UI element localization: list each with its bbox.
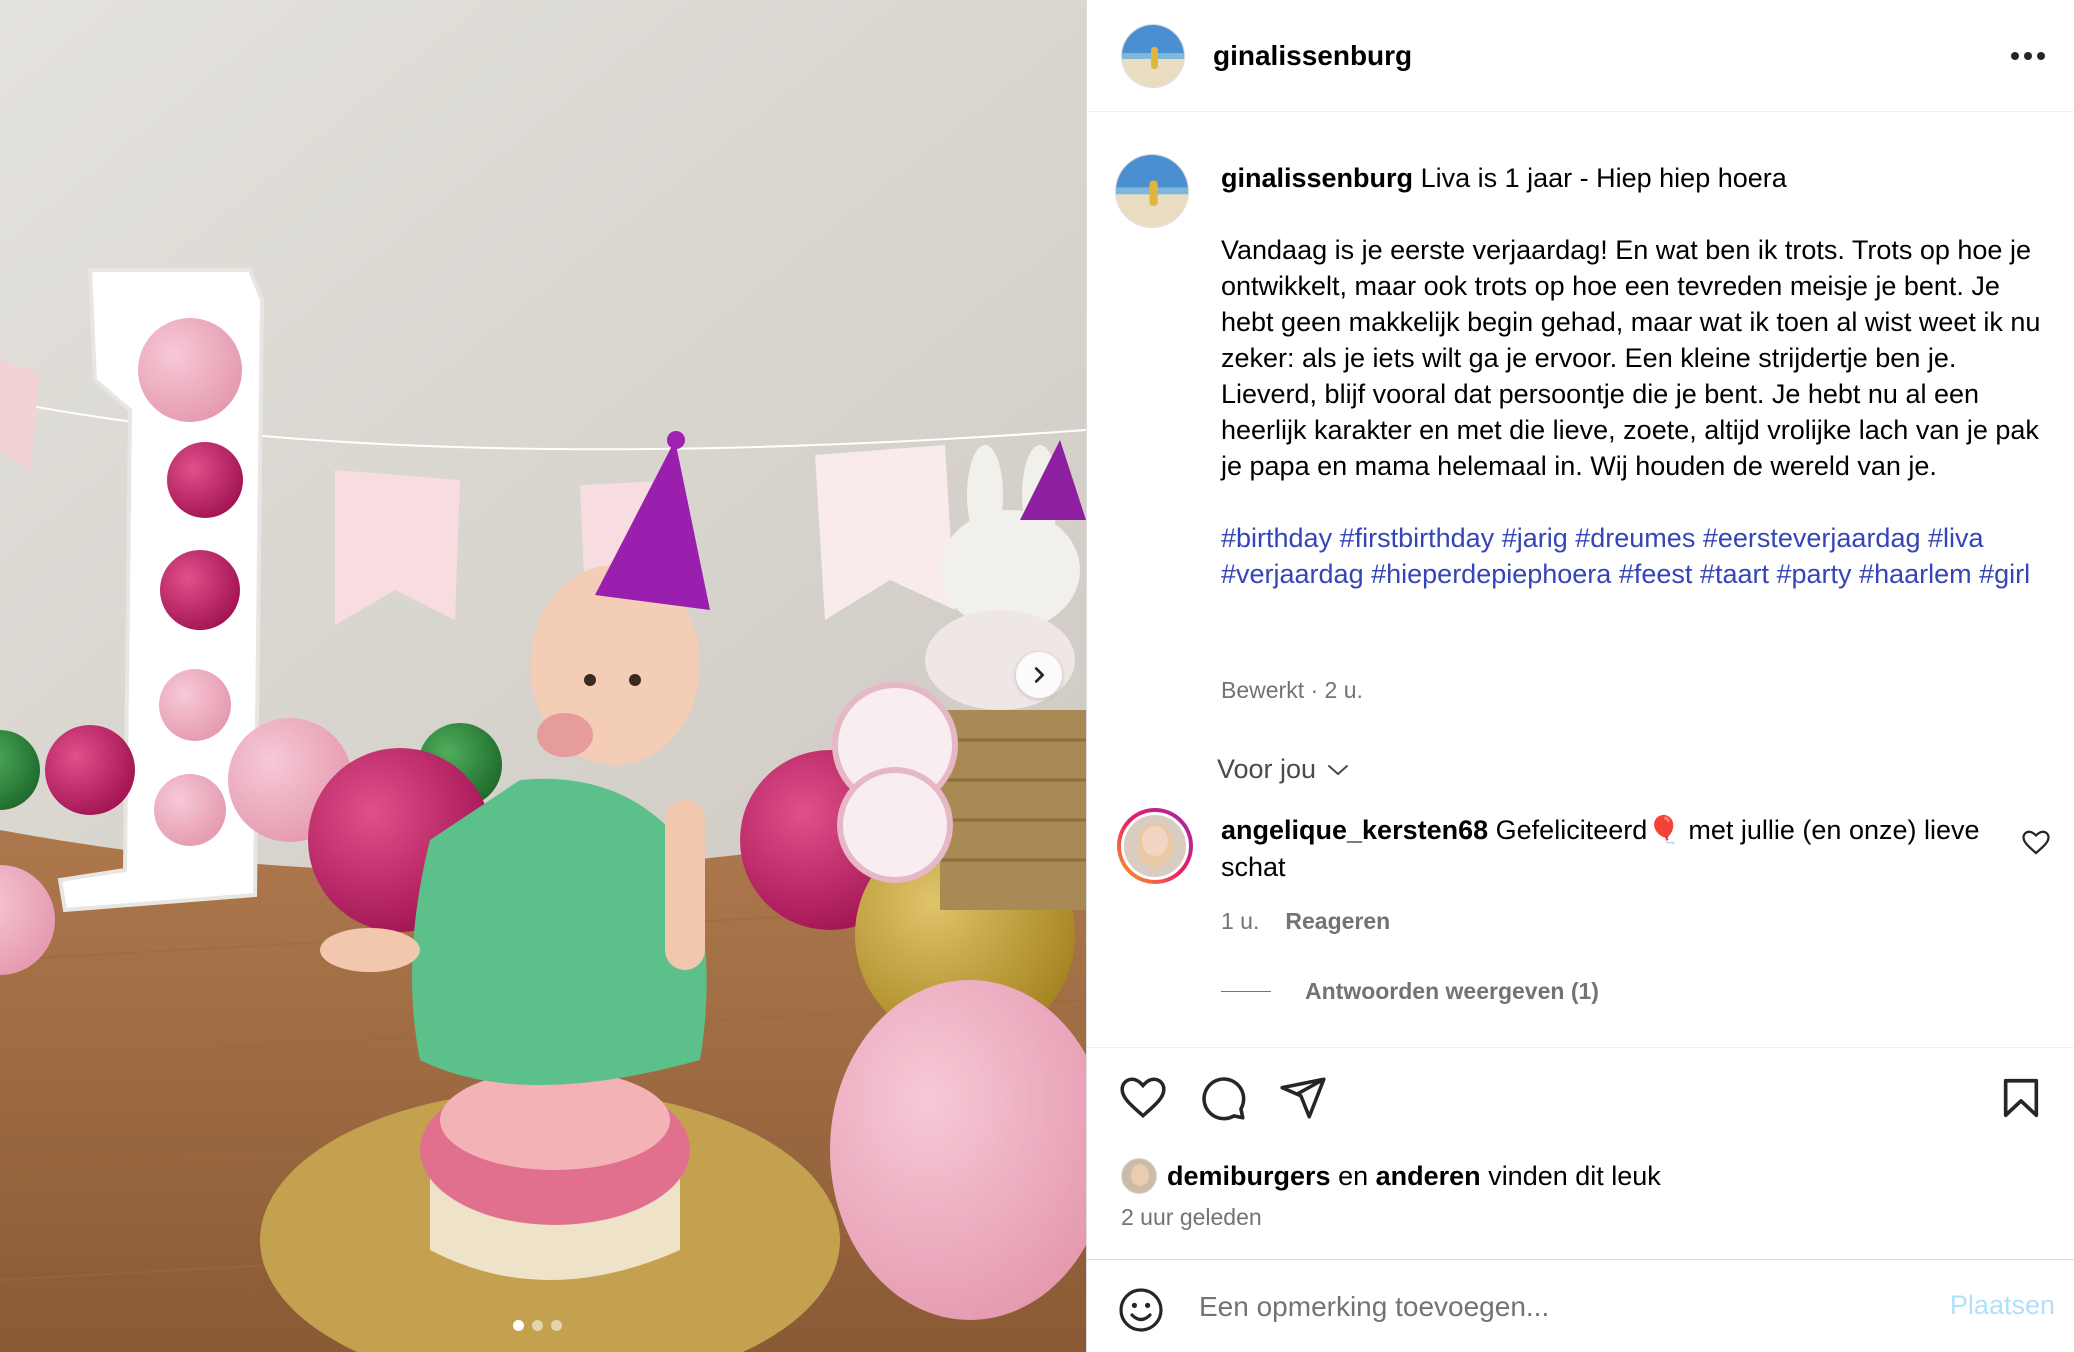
likes-others-link[interactable]: anderen	[1376, 1161, 1481, 1192]
likes-connector: en	[1338, 1160, 1369, 1191]
add-comment-bar: Plaatsen	[1087, 1259, 2074, 1352]
likes-summary: demiburgers en anderen vinden dit leuk	[1121, 1158, 1661, 1194]
view-replies-label: Antwoorden weergeven (1)	[1305, 978, 1599, 1004]
share-icon	[1280, 1077, 1326, 1119]
chevron-right-icon	[1034, 667, 1045, 683]
caption-title: Liva is 1 jaar - Hiep hiep hoera	[1420, 163, 1787, 193]
hashtag-link[interactable]: #firstbirthday	[1340, 523, 1495, 553]
hashtag-link[interactable]: #party	[1776, 559, 1851, 589]
more-icon	[2011, 52, 2045, 60]
birthday-photo-illustration	[0, 0, 1086, 1352]
post-header: ginalissenburg	[1087, 0, 2074, 112]
post-comment-button[interactable]: Plaatsen	[1950, 1290, 2055, 1321]
post-actions: demiburgers en anderen vinden dit leuk 2…	[1087, 1047, 2074, 1259]
liker-avatar[interactable]	[1121, 1158, 1157, 1194]
liker-username[interactable]: demiburgers	[1167, 1161, 1331, 1192]
author-username[interactable]: ginalissenburg	[1213, 40, 1412, 72]
balloon-emoji: 🎈	[1647, 815, 1681, 845]
caption-meta: Bewerkt · 2 u.	[1221, 677, 1363, 703]
hashtag-link[interactable]: #jarig	[1502, 523, 1568, 553]
comments-section[interactable]: ginalissenburg Liva is 1 jaar - Hiep hie…	[1087, 112, 2074, 1047]
comment-filter-label: Voor jou	[1217, 754, 1317, 784]
caption-body: Vandaag is je eerste verjaardag! En wat …	[1221, 235, 2041, 481]
carousel-dot-1	[513, 1320, 524, 1331]
view-replies-button[interactable]: Antwoorden weergeven (1)	[1221, 978, 1599, 1005]
post-side-panel: ginalissenburg ginalissenburg Liva is 1 …	[1086, 0, 2074, 1352]
emoji-icon[interactable]	[1117, 1286, 1165, 1334]
hashtag-link[interactable]: #haarlem	[1859, 559, 1972, 589]
chevron-down-icon	[1328, 764, 1349, 775]
caption-author-avatar[interactable]	[1115, 154, 1189, 228]
comment-item: angelique_kersten68 Gefeliciteerd🎈 met j…	[1221, 812, 2011, 886]
caption-username[interactable]: ginalissenburg	[1221, 163, 1413, 193]
hashtag-link[interactable]: #eersteverjaardag	[1703, 523, 1921, 553]
carousel-dot-3	[551, 1320, 562, 1331]
comment-meta: 1 u. Reageren	[1221, 908, 1390, 935]
hashtag-link[interactable]: #hieperdepiephoera	[1371, 559, 1611, 589]
reply-button[interactable]: Reageren	[1285, 908, 1390, 935]
replies-divider	[1221, 991, 1271, 992]
avatar-image	[1122, 1159, 1156, 1193]
hashtag-link[interactable]: #liva	[1928, 523, 1984, 553]
hashtag-link[interactable]: #taart	[1700, 559, 1769, 589]
instagram-post: ginalissenburg ginalissenburg Liva is 1 …	[0, 0, 2074, 1352]
caption-first-line: ginalissenburg Liva is 1 jaar - Hiep hie…	[1221, 160, 2051, 196]
share-button[interactable]	[1277, 1072, 1329, 1124]
hashtag-link[interactable]: #birthday	[1221, 523, 1332, 553]
caption-hashtags: #birthday #firstbirthday #jarig #dreumes…	[1221, 520, 2051, 592]
comment-text-before: Gefeliciteerd	[1495, 815, 1648, 845]
comment-filter-dropdown[interactable]: Voor jou	[1217, 754, 1350, 785]
next-slide-button[interactable]	[1016, 652, 1062, 698]
hashtag-link[interactable]: #dreumes	[1575, 523, 1695, 553]
hashtag-link[interactable]: #girl	[1979, 559, 2030, 589]
author-avatar[interactable]	[1121, 23, 1185, 88]
commenter-username[interactable]: angelique_kersten68	[1221, 815, 1488, 845]
bookmark-icon	[2003, 1078, 2039, 1118]
post-caption: ginalissenburg Liva is 1 jaar - Hiep hie…	[1221, 160, 2051, 592]
more-options-button[interactable]	[2008, 36, 2048, 76]
like-button[interactable]	[1117, 1072, 1169, 1124]
carousel-dot-2	[532, 1320, 543, 1331]
hashtag-link[interactable]: #feest	[1619, 559, 1693, 589]
commenter-avatar[interactable]	[1117, 808, 1193, 884]
comment-button[interactable]	[1197, 1072, 1249, 1124]
likes-suffix: vinden dit leuk	[1488, 1160, 1661, 1191]
avatar-image	[1116, 155, 1188, 227]
avatar-image	[1124, 815, 1186, 877]
save-button[interactable]	[1995, 1072, 2047, 1124]
comment-icon	[1202, 1077, 1246, 1121]
heart-icon	[1120, 1077, 1166, 1119]
carousel-indicators	[513, 1320, 562, 1331]
hashtag-link[interactable]: #verjaardag	[1221, 559, 1364, 589]
avatar-image	[1122, 24, 1184, 87]
small-heart-icon[interactable]	[2021, 828, 2051, 858]
comment-input[interactable]	[1199, 1282, 1899, 1332]
post-photo[interactable]	[0, 0, 1086, 1352]
post-timestamp[interactable]: 2 uur geleden	[1121, 1204, 1262, 1231]
comment-time: 1 u.	[1221, 908, 1260, 934]
